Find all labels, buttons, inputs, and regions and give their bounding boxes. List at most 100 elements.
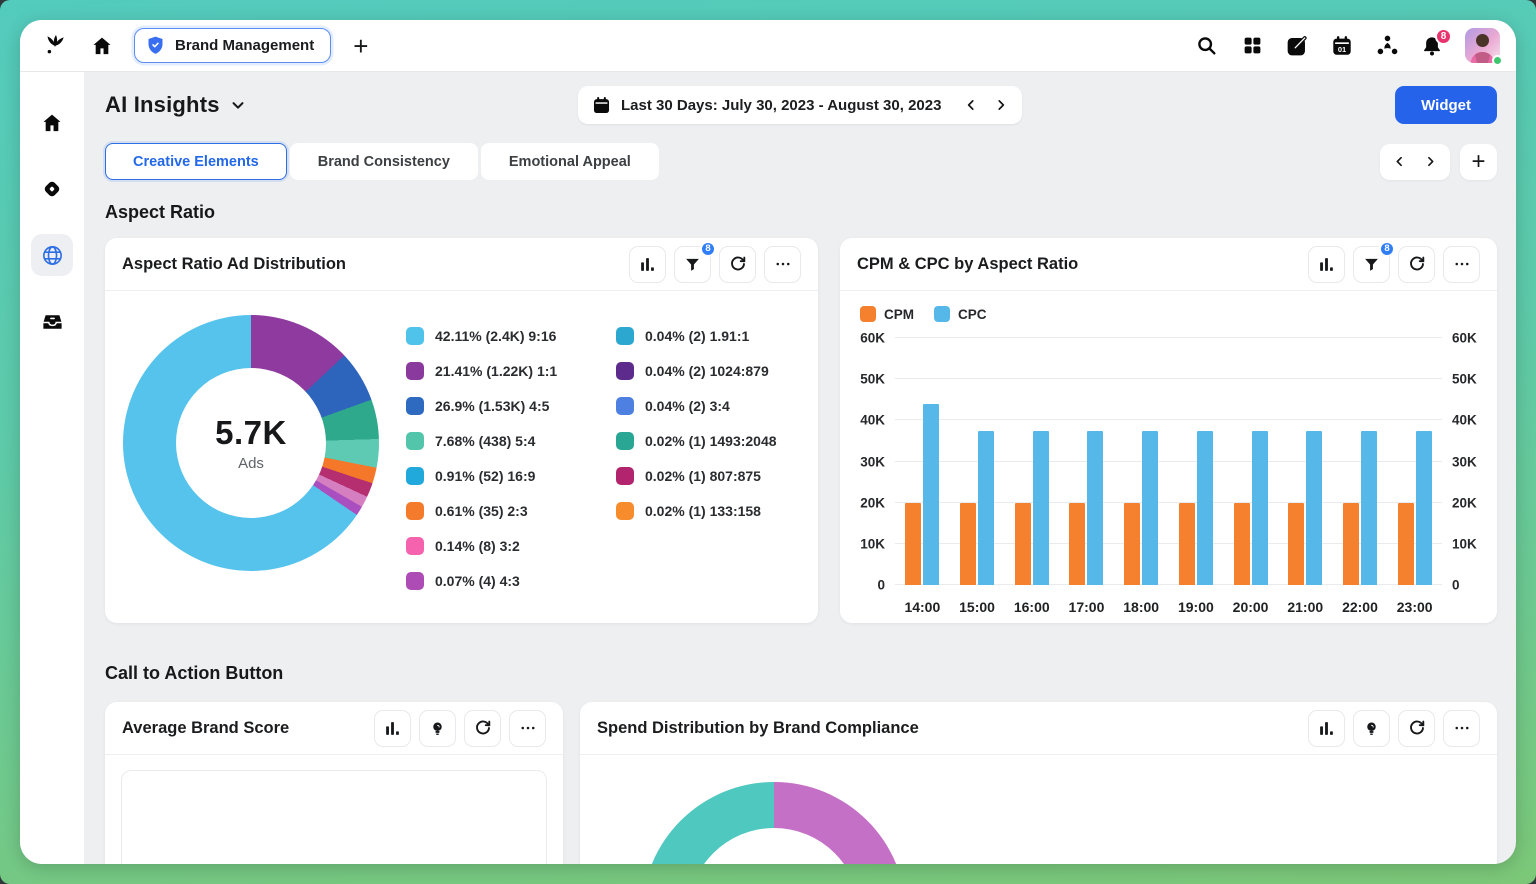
refresh-button[interactable]	[1398, 246, 1435, 283]
sidebar-item-spaces[interactable]	[31, 168, 73, 210]
bar-group-19:00	[1169, 338, 1224, 585]
filter-icon	[1363, 256, 1380, 273]
svg-text:01: 01	[1338, 45, 1346, 54]
chevron-down-icon	[229, 96, 247, 114]
refresh-button[interactable]	[719, 246, 756, 283]
bars-row	[895, 338, 1442, 585]
cpc-legend-label: CPC	[958, 307, 987, 322]
more-options-button[interactable]	[1443, 246, 1480, 283]
bar-group-14:00	[895, 338, 950, 585]
top-bar: Brand Management + 01 8	[20, 20, 1516, 72]
donut-legend-col1: 42.11% (2.4K) 9:1621.41% (1.22K) 1:126.9…	[406, 318, 614, 598]
cpm-bar	[1015, 503, 1031, 585]
notifications-bell-icon[interactable]: 8	[1420, 34, 1444, 58]
calendar-icon[interactable]: 01	[1330, 34, 1354, 58]
add-tab-button[interactable]: +	[1460, 144, 1497, 180]
legend-swatch	[406, 502, 424, 520]
y-tick-left: 10K	[860, 536, 885, 551]
card-title: Aspect Ratio Ad Distribution	[122, 255, 346, 274]
user-avatar[interactable]	[1465, 28, 1500, 63]
search-icon[interactable]	[1195, 34, 1219, 58]
y-tick-left: 30K	[860, 454, 885, 469]
x-tick: 16:00	[1004, 590, 1059, 615]
chart-type-button[interactable]	[374, 710, 411, 747]
legend-swatch	[616, 397, 634, 415]
legend-item: 0.04% (2) 3:4	[616, 388, 818, 423]
app-window: Brand Management + 01 8	[20, 20, 1516, 864]
refresh-button[interactable]	[464, 710, 501, 747]
cpm-cpc-plot	[895, 338, 1442, 585]
tab-brand-consistency[interactable]: Brand Consistency	[290, 143, 478, 180]
cpm-legend-swatch	[860, 306, 876, 322]
prev-period-icon[interactable]	[964, 98, 978, 112]
bar-group-20:00	[1223, 338, 1278, 585]
refresh-icon	[474, 719, 492, 737]
chart-type-button[interactable]	[1308, 710, 1345, 747]
community-icon[interactable]	[1375, 34, 1399, 58]
dashboard-title-dropdown[interactable]: AI Insights	[105, 92, 247, 118]
cpm-cpc-chart: 010K20K30K40K50K60K 010K20K30K40K50K60K …	[840, 322, 1497, 623]
tab-emotional-appeal[interactable]: Emotional Appeal	[481, 143, 659, 180]
refresh-icon	[729, 255, 747, 273]
cpm-legend-label: CPM	[884, 307, 914, 322]
legend-swatch	[406, 572, 424, 590]
legend-label: 0.02% (1) 133:158	[645, 503, 761, 519]
lightbulb-icon	[429, 720, 446, 737]
tabs-prev-icon[interactable]	[1393, 155, 1406, 168]
filter-button[interactable]: 8	[674, 246, 711, 283]
legend-swatch	[406, 327, 424, 345]
y-tick-right: 20K	[1452, 495, 1477, 510]
cpc-bar	[1361, 431, 1377, 585]
legend-swatch	[616, 502, 634, 520]
chart-type-button[interactable]	[1308, 246, 1345, 283]
bar-group-15:00	[950, 338, 1005, 585]
tabs-next-icon[interactable]	[1424, 155, 1437, 168]
legend-swatch	[616, 327, 634, 345]
sidebar-item-insights[interactable]	[31, 234, 73, 276]
filter-button[interactable]: 8	[1353, 246, 1390, 283]
y-tick-right: 10K	[1452, 536, 1477, 551]
inbox-icon	[41, 310, 64, 333]
apps-grid-icon[interactable]	[1240, 34, 1264, 58]
bar-group-22:00	[1333, 338, 1388, 585]
shield-icon	[145, 35, 166, 56]
legend-item: 0.02% (1) 133:158	[616, 493, 818, 528]
ellipsis-icon	[1453, 719, 1471, 737]
legend-label: 0.04% (2) 1024:879	[645, 363, 769, 379]
sidebar-item-inbox[interactable]	[31, 300, 73, 342]
brand-management-tab[interactable]: Brand Management	[134, 28, 331, 63]
filter-count-badge: 8	[700, 241, 716, 257]
brand-tab-label: Brand Management	[175, 37, 314, 54]
home-icon[interactable]	[90, 34, 114, 58]
more-options-button[interactable]	[1443, 710, 1480, 747]
new-tab-plus-icon[interactable]: +	[353, 33, 368, 59]
widget-button[interactable]: Widget	[1395, 86, 1497, 124]
cpc-bar	[1033, 431, 1049, 585]
legend-item: 0.02% (1) 1493:2048	[616, 423, 818, 458]
refresh-button[interactable]	[1398, 710, 1435, 747]
sprinklr-logo-icon[interactable]	[40, 31, 70, 61]
more-options-button[interactable]	[764, 246, 801, 283]
date-range-selector[interactable]: Last 30 Days: July 30, 2023 - August 30,…	[578, 86, 1022, 124]
chart-type-button[interactable]	[629, 246, 666, 283]
more-options-button[interactable]	[509, 710, 546, 747]
compose-icon[interactable]	[1285, 34, 1309, 58]
sidebar-item-home[interactable]	[31, 102, 73, 144]
card-title: Spend Distribution by Brand Compliance	[597, 719, 919, 738]
y-tick-right: 30K	[1452, 454, 1477, 469]
cpc-bar	[1197, 431, 1213, 585]
x-tick: 19:00	[1169, 590, 1224, 615]
x-tick: 15:00	[950, 590, 1005, 615]
legend-label: 21.41% (1.22K) 1:1	[435, 363, 557, 379]
insights-button[interactable]	[419, 710, 456, 747]
y-tick-left: 0	[877, 578, 885, 593]
insights-button[interactable]	[1353, 710, 1390, 747]
legend-label: 0.02% (1) 1493:2048	[645, 433, 777, 449]
next-period-icon[interactable]	[994, 98, 1008, 112]
bar-group-18:00	[1114, 338, 1169, 585]
bar-chart-icon	[1318, 720, 1335, 737]
cpm-bar	[905, 503, 921, 585]
legend-item: 21.41% (1.22K) 1:1	[406, 353, 614, 388]
tab-creative-elements[interactable]: Creative Elements	[105, 143, 287, 180]
legend-item: 0.04% (2) 1.91:1	[616, 318, 818, 353]
